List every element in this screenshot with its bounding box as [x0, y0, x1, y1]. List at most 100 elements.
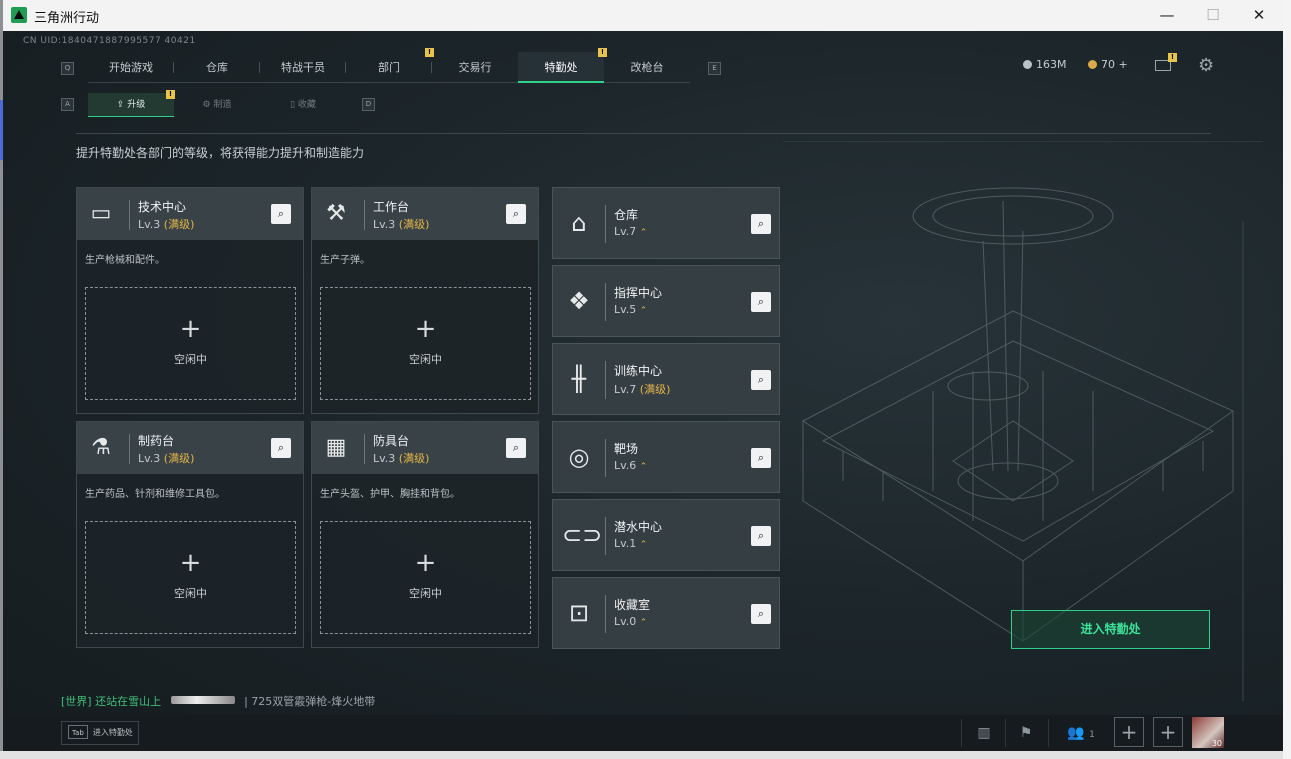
- upgrade-chevron-icon: ⌃: [639, 462, 648, 472]
- card-header: ▭ 技术中心 Lv.3 (满级) ⌕: [77, 188, 303, 240]
- cubes-icon: ▦: [325, 435, 347, 460]
- search-icon[interactable]: ⌕: [506, 204, 526, 224]
- subtab-craft[interactable]: ⚙ 制造: [174, 93, 260, 117]
- subtab-upgrade[interactable]: ⇪ 升级: [88, 93, 174, 117]
- card-title: 技术中心: [138, 200, 187, 214]
- facility-diving-center[interactable]: ⊂⊃ 潜水中心 Lv.1 ⌃ ⌕: [552, 499, 780, 571]
- search-icon[interactable]: ⌕: [751, 526, 771, 546]
- facility-name: 仓库: [614, 208, 639, 222]
- upgrade-chevron-icon: ⌃: [639, 540, 648, 550]
- idle-slot[interactable]: + 空闲中: [85, 287, 296, 400]
- plus-icon: +: [179, 314, 202, 344]
- workstation-card-armor-bench[interactable]: ▦ 防具台 Lv.3 (满级) ⌕ 生产头盔、护甲、胸挂和背包。 + 空闲中: [311, 421, 539, 648]
- close-button[interactable]: ✕: [1236, 0, 1282, 31]
- team-count: 1: [1089, 730, 1095, 740]
- card-header: ⚗ 制药台 Lv.3 (满级) ⌕: [77, 422, 303, 474]
- tools-icon: ⚒: [326, 201, 346, 226]
- tab-start-game[interactable]: 开始游戏: [88, 52, 174, 83]
- world-chat-line[interactable]: [世界] 还站在雪山上 | 725双管霰弹枪-烽火地带: [61, 693, 375, 709]
- search-icon[interactable]: ⌕: [271, 438, 291, 458]
- search-icon[interactable]: ⌕: [506, 438, 526, 458]
- app-logo-icon: [11, 7, 27, 23]
- tab-operators[interactable]: 特战干员: [260, 52, 346, 83]
- stats-chart-icon[interactable]: ▥: [971, 721, 997, 745]
- gold-amount: 70 +: [1101, 58, 1128, 71]
- facility-command-center[interactable]: ❖ 指挥中心 Lv.5 ⌃ ⌕: [552, 265, 780, 337]
- tab-shortcut-hint[interactable]: Tab 进入特勤处: [61, 721, 139, 745]
- subtab-collection[interactable]: ▯ 收藏: [260, 93, 346, 117]
- microscope-icon: ⚗: [91, 435, 111, 460]
- facility-collection-room[interactable]: ⊡ 收藏室 Lv.0 ⌃ ⌕: [552, 577, 780, 649]
- desktop-bottom-edge: [0, 751, 1283, 759]
- command-emblem-icon: ❖: [568, 287, 590, 315]
- maximize-button[interactable]: ☐: [1190, 0, 1236, 31]
- facility-name: 收藏室: [614, 598, 651, 612]
- silver-coin-icon: [1023, 60, 1032, 69]
- facility-name: 靶场: [614, 442, 639, 456]
- gold-coin-icon: [1088, 60, 1097, 69]
- game-window: 三角洲行动 — ☐ ✕ CN UID:1840471887995577 4042…: [3, 0, 1283, 751]
- computer-icon: ▭: [90, 201, 112, 226]
- search-icon[interactable]: ⌕: [271, 204, 291, 224]
- card-level: Lv.3 (满级): [373, 218, 430, 231]
- idle-slot[interactable]: + 空闲中: [320, 287, 531, 400]
- card-description: 生产药品、针剂和维修工具包。: [85, 489, 225, 500]
- tab-department[interactable]: 部门: [346, 52, 432, 83]
- workstation-card-workbench[interactable]: ⚒ 工作台 Lv.3 (满级) ⌕ 生产子弹。 + 空闲中: [311, 187, 539, 414]
- invite-slot-1-button[interactable]: +: [1114, 717, 1144, 747]
- facility-level: Lv.0 ⌃: [614, 615, 648, 628]
- idle-label: 空闲中: [174, 587, 207, 600]
- department-alert-badge: !: [425, 48, 434, 57]
- facility-warehouse[interactable]: ⌂ 仓库 Lv.7 ⌃ ⌕: [552, 187, 780, 259]
- upgrade-chevron-icon: ⌃: [639, 306, 648, 316]
- shotgun-icon: [170, 696, 235, 704]
- card-level: Lv.3 (满级): [373, 452, 430, 465]
- gold-currency[interactable]: 70 +: [1088, 58, 1128, 71]
- facility-training-center[interactable]: ╫ 训练中心 Lv.7 (满级) ⌕: [552, 343, 780, 415]
- subnav-next-key[interactable]: D: [362, 98, 375, 111]
- upgrade-chevron-icon: ⌃: [639, 618, 648, 628]
- player-avatar[interactable]: 30: [1192, 717, 1224, 748]
- workstation-card-tech-center[interactable]: ▭ 技术中心 Lv.3 (满级) ⌕ 生产枪械和配件。 + 空闲中: [76, 187, 304, 414]
- search-icon[interactable]: ⌕: [751, 370, 771, 390]
- facility-name: 训练中心: [614, 364, 663, 378]
- settings-gear-icon[interactable]: ⚙: [1198, 55, 1214, 76]
- subtab-craft-label: 制造: [213, 100, 232, 110]
- search-icon[interactable]: ⌕: [751, 448, 771, 468]
- divider: [76, 133, 1211, 134]
- tab-warehouse[interactable]: 仓库: [174, 52, 260, 83]
- diving-mask-icon: ⊂⊃: [562, 521, 603, 549]
- users-icon: 👥: [1067, 725, 1085, 741]
- workstation-card-pharmacy[interactable]: ⚗ 制药台 Lv.3 (满级) ⌕ 生产药品、针剂和维修工具包。 + 空闲中: [76, 421, 304, 648]
- idle-slot[interactable]: + 空闲中: [85, 521, 296, 634]
- invite-slot-2-button[interactable]: +: [1153, 717, 1183, 747]
- tab-trading[interactable]: 交易行: [432, 52, 518, 83]
- tab-special-ops[interactable]: 特勤处: [518, 52, 604, 83]
- facility-level: Lv.6 ⌃: [614, 459, 648, 472]
- facility-shooting-range[interactable]: ◎ 靶场 Lv.6 ⌃ ⌕: [552, 421, 780, 493]
- card-level: Lv.3 (满级): [138, 218, 195, 231]
- subnav-prev-key[interactable]: A: [61, 98, 74, 111]
- tab-key: Tab: [68, 725, 88, 739]
- facility-name: 潜水中心: [614, 520, 663, 534]
- idle-slot[interactable]: + 空闲中: [320, 521, 531, 634]
- warehouse-icon: ⌂: [571, 209, 587, 237]
- window-title: 三角洲行动: [34, 11, 100, 26]
- upgrade-alert-badge: !: [166, 90, 175, 99]
- search-icon[interactable]: ⌕: [751, 292, 771, 312]
- team-members[interactable]: 👥 1: [1061, 721, 1101, 745]
- target-icon: ◎: [568, 443, 590, 471]
- silver-amount: 163M: [1036, 58, 1067, 71]
- nav-next-key[interactable]: E: [708, 62, 721, 75]
- search-icon[interactable]: ⌕: [751, 604, 771, 624]
- nav-prev-key[interactable]: Q: [61, 62, 74, 75]
- card-description: 生产头盔、护甲、胸挂和背包。: [320, 489, 460, 500]
- search-icon[interactable]: ⌕: [751, 214, 771, 234]
- enter-special-ops-button[interactable]: 进入特勤处: [1011, 610, 1210, 649]
- tab-gunsmith[interactable]: 改枪台: [604, 52, 690, 83]
- flag-icon[interactable]: ⚑: [1013, 721, 1039, 745]
- game-view: CN UID:1840471887995577 40421 Q 开始游戏 仓库 …: [3, 31, 1283, 751]
- chat-message: | 725双管霰弹枪-烽火地带: [244, 695, 376, 708]
- minimize-button[interactable]: —: [1144, 0, 1190, 31]
- idle-label: 空闲中: [409, 353, 442, 366]
